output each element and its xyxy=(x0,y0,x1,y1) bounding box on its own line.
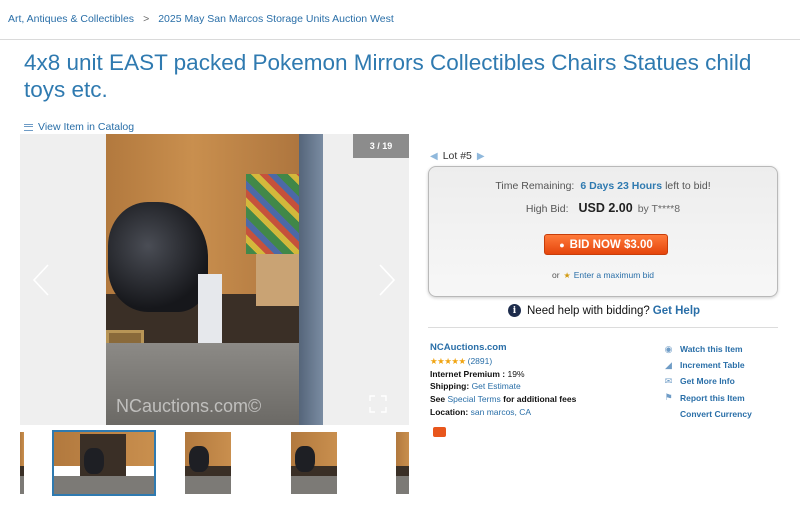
expand-icon xyxy=(369,395,387,413)
prev-lot-icon[interactable]: ◀ xyxy=(430,151,438,162)
breadcrumb-auction-link[interactable]: 2025 May San Marcos Storage Units Auctio… xyxy=(158,13,394,25)
time-remaining-suffix: left to bid! xyxy=(665,180,711,192)
page-title: 4x8 unit EAST packed Pokemon Mirrors Col… xyxy=(24,50,752,102)
header-divider xyxy=(0,39,800,40)
section-divider xyxy=(428,327,778,328)
view-in-catalog-label: View Item in Catalog xyxy=(38,121,135,133)
main-photo[interactable]: NCauctions.com© xyxy=(106,134,323,425)
time-remaining-row: Time Remaining: 6 Days 23 Hours left to bi… xyxy=(429,180,777,192)
time-remaining-label: Time Remaining: xyxy=(495,180,575,192)
photo-watermark: NCauctions.com© xyxy=(116,396,262,416)
prev-image-button[interactable] xyxy=(30,262,52,298)
high-bid-label: High Bid: xyxy=(525,203,569,215)
convert-currency-label: Convert Currency xyxy=(680,408,752,419)
lot-number: Lot #5 xyxy=(442,150,472,162)
location-link[interactable]: san marcos, CA xyxy=(471,407,531,417)
terms-suffix: for additional fees xyxy=(503,394,577,405)
info-icon: i xyxy=(508,304,521,317)
high-bid-row: High Bid: USD 2.00 by T****8 xyxy=(429,201,777,215)
item-actions: ◉ Watch this Item ◢ Increment Table ✉ Get M… xyxy=(663,341,752,422)
get-help-link[interactable]: Get Help xyxy=(653,305,700,317)
get-more-info-label: Get More Info xyxy=(680,376,735,387)
help-row: i Need help with bidding? Get Help xyxy=(508,304,700,317)
convert-currency-link[interactable]: Convert Currency xyxy=(663,406,752,422)
report-item-link[interactable]: ⚑ Report this Item xyxy=(663,390,752,406)
pointer-icon: ● xyxy=(559,239,565,250)
watch-item-label: Watch this Item xyxy=(680,344,743,354)
rating-count-link[interactable]: (2891) xyxy=(468,356,493,366)
thumbnail[interactable] xyxy=(185,432,231,494)
lot-navigation: ◀ Lot #5 ▶ xyxy=(430,150,485,162)
shipping-label: Shipping: xyxy=(430,381,470,392)
get-more-info-link[interactable]: ✉ Get More Info xyxy=(663,373,752,389)
list-icon xyxy=(24,123,33,131)
flag-icon: ⚑ xyxy=(664,392,673,403)
terms-prefix: See xyxy=(430,394,446,405)
increment-table-label: Increment Table xyxy=(680,360,745,371)
max-bid-link[interactable]: Enter a maximum bid xyxy=(574,270,654,280)
bid-now-label: BID NOW $3.00 xyxy=(569,238,653,251)
thumbnail-strip xyxy=(20,430,409,496)
high-bid-amount: USD 2.00 xyxy=(578,201,633,215)
image-gallery[interactable]: NCauctions.com© 3 / 19 xyxy=(20,134,409,425)
rating-stars: ★★★★★ xyxy=(430,355,466,366)
watch-item-link[interactable]: ◉ Watch this Item xyxy=(663,341,752,357)
or-text: or xyxy=(551,270,560,280)
chevron-right-icon xyxy=(379,264,396,296)
chevron-left-icon xyxy=(32,264,49,296)
breadcrumb-category-link[interactable]: Art, Antiques & Collectibles xyxy=(8,13,134,25)
high-bidder: by T****8 xyxy=(637,203,681,215)
chart-icon: ◢ xyxy=(665,359,672,370)
seller-name-link[interactable]: NCAuctions.com xyxy=(430,342,507,353)
premium-label: Internet Premium : xyxy=(430,368,506,379)
next-image-button[interactable] xyxy=(376,262,398,298)
max-bid-row: or ★ Enter a maximum bid xyxy=(429,270,777,280)
seller-details: NCAuctions.com ★★★★★ (2891) Internet Prem… xyxy=(430,341,576,419)
increment-table-link[interactable]: ◢ Increment Table xyxy=(663,357,752,373)
special-terms-link[interactable]: Special Terms xyxy=(448,394,501,404)
breadcrumb: Art, Antiques & Collectibles >2025 May Sa… xyxy=(8,13,394,25)
bid-panel: Time Remaining: 6 Days 23 Hours left to bi… xyxy=(428,166,778,297)
thumbnail-active[interactable] xyxy=(52,430,156,496)
fullscreen-button[interactable] xyxy=(368,394,388,414)
thumbnail[interactable] xyxy=(291,432,337,494)
mail-icon: ✉ xyxy=(664,376,673,386)
eye-icon: ◉ xyxy=(664,343,673,354)
location-label: Location: xyxy=(430,406,469,417)
image-counter: 3 / 19 xyxy=(353,134,409,158)
premium-value: 19% xyxy=(507,368,525,379)
next-lot-icon[interactable]: ▶ xyxy=(477,151,485,162)
bid-now-button[interactable]: ● BID NOW $3.00 xyxy=(544,234,668,255)
thumbnail[interactable] xyxy=(396,432,409,494)
star-icon: ★ xyxy=(563,271,571,280)
help-text: Need help with bidding? xyxy=(527,304,650,317)
thumbnail[interactable] xyxy=(20,432,24,494)
rss-badge-icon[interactable] xyxy=(433,427,446,437)
shipping-estimate-link[interactable]: Get Estimate xyxy=(472,381,521,391)
view-in-catalog-link[interactable]: View Item in Catalog xyxy=(24,121,134,133)
time-remaining-value: 6 Days 23 Hours xyxy=(580,180,663,192)
breadcrumb-separator: > xyxy=(143,13,150,25)
report-item-label: Report this Item xyxy=(680,392,745,403)
